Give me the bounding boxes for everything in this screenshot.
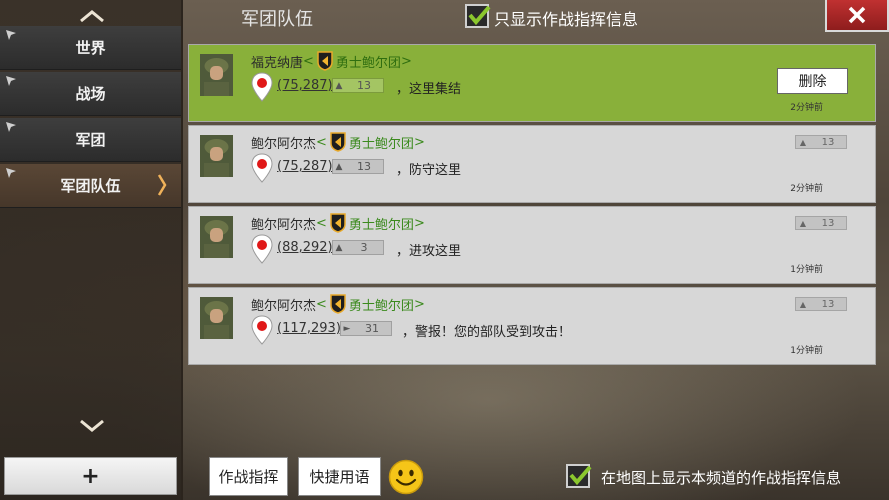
message-text: ，这里集结: [396, 82, 462, 97]
sender-line: 鲍尔阿尔杰 < 勇士鲍尔团 >: [251, 132, 425, 152]
scroll-down-icon[interactable]: [0, 413, 183, 437]
page-title: 军团队伍: [241, 9, 313, 30]
bracket-close: >: [413, 134, 425, 150]
map-marker-icon[interactable]: [251, 315, 273, 345]
right-level-value: 13: [821, 136, 835, 148]
guild-name: 勇士鲍尔团: [348, 136, 414, 152]
check-icon: [468, 5, 491, 26]
pin-icon: [6, 30, 16, 40]
scroll-up-icon[interactable]: [0, 4, 183, 28]
pin-icon: [6, 168, 16, 178]
sidebar-item-label: 军团队伍: [60, 177, 121, 195]
timestamp: 1分钟前: [790, 265, 823, 275]
level-box: ▲ 13: [332, 159, 384, 174]
sidebar-item-label: 世界: [75, 39, 106, 57]
guild-emblem-icon: [330, 132, 346, 152]
delete-button[interactable]: 删除: [777, 68, 848, 94]
sender-line: 鲍尔阿尔杰 < 勇士鲍尔团 >: [251, 294, 425, 314]
level-value: 13: [357, 79, 371, 92]
message-card[interactable]: 鲍尔阿尔杰 < 勇士鲍尔团 > (117,293) ► 31 ，警报！您的部队受…: [188, 287, 876, 365]
right-level-box: ▲ 13: [795, 135, 847, 149]
bracket-open: <: [303, 53, 314, 69]
sidebar-item-legion-team[interactable]: 军团队伍: [0, 164, 181, 208]
level-box: ► 31: [340, 321, 392, 336]
guild-emblem-icon: [317, 51, 333, 71]
coordinate-link[interactable]: (75,287): [277, 78, 333, 93]
chevron-right-icon: [157, 173, 167, 203]
guild-name: 勇士鲍尔团: [348, 298, 414, 314]
up-arrow-icon: ▲: [799, 218, 807, 228]
level-value: 31: [365, 322, 379, 335]
level-box: ▲ 13: [332, 78, 384, 93]
message-text: ，防守这里: [396, 163, 462, 178]
emoji-icon[interactable]: [388, 459, 424, 495]
up-arrow-icon: ▲: [335, 161, 343, 172]
bracket-open: <: [316, 215, 327, 231]
soldier-avatar: [200, 135, 233, 177]
guild-emblem-icon: [330, 213, 346, 233]
timestamp: 2分钟前: [790, 103, 823, 113]
bracket-close: >: [413, 215, 425, 231]
sender-name: 鲍尔阿尔杰: [251, 136, 317, 152]
right-level-value: 13: [821, 298, 835, 310]
sidebar-item-battlefield[interactable]: 战场: [0, 72, 181, 116]
map-marker-icon[interactable]: [251, 153, 273, 183]
filter-label: 只显示作战指挥信息: [494, 10, 639, 29]
soldier-avatar: [200, 54, 233, 96]
channel-sidebar: 世界 战场 军团 军团队伍: [0, 0, 183, 500]
map-marker-icon[interactable]: [251, 234, 273, 264]
bracket-open: <: [316, 134, 327, 150]
guild-emblem-icon: [330, 294, 346, 314]
sender-name: 福克纳唐: [251, 55, 304, 71]
level-value: 13: [357, 160, 371, 173]
message-card[interactable]: 鲍尔阿尔杰 < 勇士鲍尔团 > (75,287) ▲ 13 ，防守这里 ▲ 13…: [188, 125, 876, 203]
quick-phrase-button[interactable]: 快捷用语: [298, 457, 381, 496]
sidebar-item-legion[interactable]: 军团: [0, 118, 181, 162]
right-level-value: 13: [821, 217, 835, 229]
pin-icon: [6, 122, 16, 132]
map-filter-checkbox[interactable]: [566, 464, 592, 488]
timestamp: 2分钟前: [790, 184, 823, 194]
up-arrow-icon: ▲: [335, 80, 343, 91]
sender-name: 鲍尔阿尔杰: [251, 217, 317, 233]
coordinate-link[interactable]: (75,287): [277, 159, 333, 174]
map-marker-icon[interactable]: [251, 72, 273, 102]
sender-name: 鲍尔阿尔杰: [251, 298, 317, 314]
close-icon: [848, 6, 866, 24]
filter-checkbox[interactable]: [465, 4, 491, 28]
guild-name: 勇士鲍尔团: [335, 55, 401, 71]
soldier-avatar: [200, 216, 233, 258]
message-text: ，进攻这里: [396, 244, 462, 259]
message-text: ，警报！您的部队受到攻击！: [402, 325, 572, 340]
bracket-close: >: [400, 53, 412, 69]
bracket-open: <: [316, 296, 327, 312]
add-channel-button[interactable]: +: [4, 457, 177, 495]
guild-name: 勇士鲍尔团: [348, 217, 414, 233]
map-filter-label: 在地图上显示本频道的作战指挥信息: [601, 469, 842, 487]
right-level-box: ▲ 13: [795, 297, 847, 311]
check-icon: [569, 465, 592, 486]
bracket-close: >: [413, 296, 425, 312]
sender-line: 福克纳唐 < 勇士鲍尔团 >: [251, 51, 412, 71]
message-card[interactable]: 福克纳唐 < 勇士鲍尔团 > (75,287) ▲ 13 ，这里集结 删除 2分…: [188, 44, 876, 122]
sidebar-item-world[interactable]: 世界: [0, 26, 181, 70]
up-arrow-icon: ▲: [799, 299, 807, 309]
right-level-box: ▲ 13: [795, 216, 847, 230]
message-card[interactable]: 鲍尔阿尔杰 < 勇士鲍尔团 > (88,292) ▲ 3 ，进攻这里 ▲ 13 …: [188, 206, 876, 284]
up-arrow-icon: ▲: [335, 242, 343, 253]
level-box: ▲ 3: [332, 240, 384, 255]
sidebar-item-label: 军团: [75, 131, 106, 149]
soldier-avatar: [200, 297, 233, 339]
coordinate-link[interactable]: (117,293): [277, 321, 341, 336]
up-arrow-icon: ▲: [799, 137, 807, 147]
level-value: 3: [360, 241, 368, 254]
timestamp: 1分钟前: [790, 346, 823, 356]
right-arrow-icon: ►: [343, 323, 351, 334]
pin-icon: [6, 76, 16, 86]
sidebar-item-label: 战场: [75, 85, 106, 103]
sender-line: 鲍尔阿尔杰 < 勇士鲍尔团 >: [251, 213, 425, 233]
close-button[interactable]: [825, 0, 889, 32]
coordinate-link[interactable]: (88,292): [277, 240, 333, 255]
battle-command-button[interactable]: 作战指挥: [209, 457, 288, 496]
